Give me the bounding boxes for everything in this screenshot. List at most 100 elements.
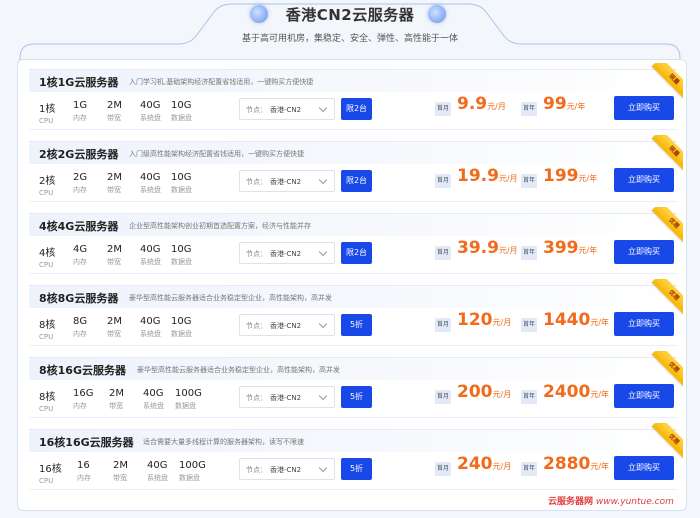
spec-label: 数据盘 <box>171 330 192 338</box>
yearly-badge: 首年 <box>521 462 537 476</box>
buy-now-button[interactable]: 立即购买 <box>614 168 674 192</box>
node-label: 节点： <box>246 322 267 330</box>
ribbon-label: 优惠 <box>651 279 683 315</box>
yearly-price: 199元/年 <box>543 166 597 186</box>
promo-tag-button[interactable]: 5折 <box>341 386 372 408</box>
card-body: 16核 CPU 16 内存 2M 带宽 40G 系统盘 100G 数据盘 节点： 香港-CN… <box>29 452 677 490</box>
price-value: 200 <box>457 382 493 402</box>
promo-tag-button[interactable]: 限2台 <box>341 170 372 192</box>
node-label: 节点： <box>246 394 267 402</box>
spec-value: 10G <box>171 100 192 111</box>
spec-value: 16G <box>73 388 94 399</box>
spec-label: 数据盘 <box>179 474 200 482</box>
node-select[interactable]: 节点： 香港-CN2 <box>239 314 335 336</box>
ribbon-label: 优惠 <box>651 207 683 243</box>
price-unit: 元/年 <box>590 390 610 399</box>
buy-now-button[interactable]: 立即购买 <box>614 96 674 120</box>
price-value: 120 <box>457 310 493 330</box>
price-unit: 元/月 <box>492 390 512 399</box>
node-select[interactable]: 节点： 香港-CN2 <box>239 170 335 192</box>
chevron-down-icon <box>318 391 328 401</box>
buy-now-button[interactable]: 立即购买 <box>614 240 674 264</box>
spec-value: 100G <box>179 460 206 471</box>
monthly-badge: 首月 <box>435 102 451 116</box>
yearly-price: 1440元/年 <box>543 310 609 330</box>
chevron-down-icon <box>318 103 328 113</box>
ribbon-label: 限量 <box>651 63 683 99</box>
card-title: 2核2G云服务器 <box>39 148 119 161</box>
card-header: 8核8G云服务器 豪华型高性能云服务器适合业务稳定型企业，高性能架构，高并发 <box>29 285 677 308</box>
yearly-price: 2880元/年 <box>543 454 609 474</box>
price-value: 19.9 <box>457 166 499 186</box>
promo-ribbon: 优惠 <box>647 279 683 315</box>
product-panel: 1核1G云服务器 入门学习机,基础架构经济配置省钱适用，一键购买方便快捷 1核 C… <box>17 59 687 511</box>
price-value: 2880 <box>543 454 591 474</box>
spec-label: 数据盘 <box>171 186 192 194</box>
card-header: 4核4G云服务器 企业型高性能架构创业初期首选配置方案，经济与性能并存 <box>29 213 677 236</box>
product-card-8c16g: 8核16G云服务器 豪华型高性能云服务器适合业务稳定型企业，高性能架构，高并发 … <box>29 351 683 420</box>
site-watermark: 云服务器网 www.yuntue.com <box>548 494 674 507</box>
price-unit: 元/年 <box>578 174 598 183</box>
ribbon-label: 优惠 <box>651 423 683 459</box>
node-label: 节点： <box>246 178 267 186</box>
price-value: 240 <box>457 454 493 474</box>
price-value: 399 <box>543 238 579 258</box>
promo-tag-button[interactable]: 限2台 <box>341 242 372 264</box>
node-select[interactable]: 节点： 香港-CN2 <box>239 242 335 264</box>
yearly-price: 2400元/年 <box>543 382 609 402</box>
card-description: 豪华型高性能云服务器适合业务稳定型企业，高性能架构，高并发 <box>129 294 332 302</box>
card-body: 1核 CPU 1G 内存 2M 带宽 40G 系统盘 10G 数据盘 节点： 香港-CN2 … <box>29 92 677 130</box>
spec-data-disk: 10G 数据盘 <box>171 172 211 195</box>
chevron-down-icon <box>318 247 328 257</box>
card-description: 入门学习机,基础架构经济配置省钱适用，一键购买方便快捷 <box>129 78 314 86</box>
monthly-price: 19.9元/月 <box>457 166 518 186</box>
product-card-16c16g: 16核16G云服务器 适合需要大量多线程计算的服务器架构，读写不限速 16核 CP… <box>29 423 683 492</box>
price-unit: 元/月 <box>498 174 518 183</box>
spec-label: CPU <box>39 477 54 485</box>
promo-ribbon: 优惠 <box>647 351 683 387</box>
monthly-badge: 首月 <box>435 390 451 404</box>
card-header: 1核1G云服务器 入门学习机,基础架构经济配置省钱适用，一键购买方便快捷 <box>29 69 677 92</box>
price-value: 99 <box>543 94 567 114</box>
node-select[interactable]: 节点： 香港-CN2 <box>239 458 335 480</box>
yearly-badge: 首年 <box>521 102 537 116</box>
buy-now-button[interactable]: 立即购买 <box>614 312 674 336</box>
page-title: 香港CN2云服务器 <box>285 6 415 24</box>
price-unit: 元/年 <box>566 102 586 111</box>
node-value: 香港-CN2 <box>270 394 302 402</box>
price-value: 2400 <box>543 382 591 402</box>
promo-tag-button[interactable]: 限2台 <box>341 98 372 120</box>
promo-tag-button[interactable]: 5折 <box>341 458 372 480</box>
spec-data-disk: 10G 数据盘 <box>171 316 211 339</box>
card-header: 8核16G云服务器 豪华型高性能云服务器适合业务稳定型企业，高性能架构，高并发 <box>29 357 677 380</box>
spec-label: 内存 <box>73 402 87 410</box>
node-value: 香港-CN2 <box>270 178 302 186</box>
card-description: 入门级高性能架构经济配置省钱适用，一键购买方便快捷 <box>129 150 304 158</box>
card-header: 16核16G云服务器 适合需要大量多线程计算的服务器架构，读写不限速 <box>29 429 677 452</box>
spec-value: 16 <box>77 460 90 471</box>
node-select[interactable]: 节点： 香港-CN2 <box>239 98 335 120</box>
promo-tag-button[interactable]: 5折 <box>341 314 372 336</box>
spec-data-disk: 100G 数据盘 <box>179 460 219 483</box>
promo-ribbon: 优惠 <box>647 423 683 459</box>
node-value: 香港-CN2 <box>270 466 302 474</box>
card-title: 8核16G云服务器 <box>39 364 126 377</box>
price-value: 9.9 <box>457 94 488 114</box>
node-label: 节点： <box>246 106 267 114</box>
price-unit: 元/年 <box>590 462 610 471</box>
spec-cpu: 16核 CPU <box>39 460 79 485</box>
node-label: 节点： <box>246 250 267 258</box>
spec-ram: 16 内存 <box>77 460 117 483</box>
price-value: 199 <box>543 166 579 186</box>
price-unit: 元/月 <box>487 102 506 111</box>
spec-data-disk: 10G 数据盘 <box>171 244 211 267</box>
price-value: 39.9 <box>457 238 499 258</box>
buy-now-button[interactable]: 立即购买 <box>614 384 674 408</box>
buy-now-button[interactable]: 立即购买 <box>614 456 674 480</box>
spec-label: 内存 <box>77 474 91 482</box>
yearly-badge: 首年 <box>521 246 537 260</box>
card-title: 16核16G云服务器 <box>39 436 134 449</box>
product-card-2c2g: 2核2G云服务器 入门级高性能架构经济配置省钱适用，一键购买方便快捷 2核 CPU… <box>29 135 683 204</box>
node-select[interactable]: 节点： 香港-CN2 <box>239 386 335 408</box>
card-body: 4核 CPU 4G 内存 2M 带宽 40G 系统盘 10G 数据盘 节点： 香港-CN2 … <box>29 236 677 274</box>
